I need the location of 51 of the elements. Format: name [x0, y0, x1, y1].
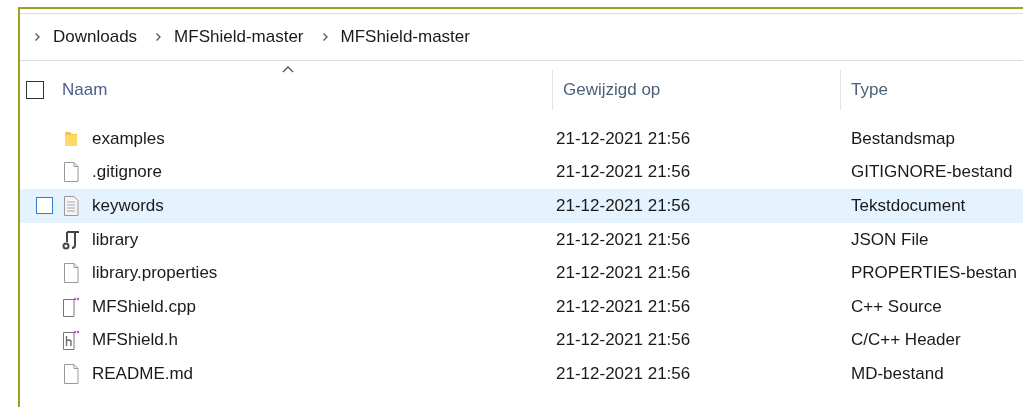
file-name[interactable]: MFShield.h — [92, 330, 178, 351]
file-row[interactable]: library 21-12-2021 21:56 JSON File — [20, 222, 1023, 257]
file-name[interactable]: keywords — [92, 196, 164, 216]
file-row[interactable]: library.properties 21-12-2021 21:56 PROPERTIES-bestan — [20, 256, 1023, 290]
modified-date: 21-12-2021 21:56 — [556, 296, 691, 316]
script-icon — [61, 229, 81, 250]
sort-caret-icon — [282, 66, 294, 73]
chevron-icon[interactable] — [155, 32, 163, 42]
file-row[interactable]: README.md 21-12-2021 21:56 MD-bestand — [20, 357, 1023, 391]
file-type: GITIGNORE-bestand — [851, 162, 1013, 182]
select-all-checkbox[interactable] — [26, 81, 44, 99]
file-type: PROPERTIES-bestan — [851, 263, 1017, 283]
breadcrumb-item[interactable]: MFShield-master — [340, 27, 470, 47]
file-type: C++ Source — [851, 296, 942, 316]
file-type: MD-bestand — [851, 363, 944, 383]
file-row[interactable]: MFShield.h 21-12-2021 21:56 C/C++ Header — [20, 323, 1023, 358]
file-name[interactable]: library.properties — [92, 263, 218, 284]
file-name[interactable]: examples — [92, 128, 165, 149]
file-row[interactable]: examples 21-12-2021 21:56 Bestandsmap — [20, 122, 1023, 156]
file-type: Tekstdocument — [851, 196, 966, 215]
column-header[interactable]: Naam — [62, 80, 108, 100]
file-name[interactable]: library — [92, 229, 139, 250]
breadcrumb-item[interactable]: Downloads — [53, 27, 138, 47]
modified-date: 21-12-2021 21:56 — [556, 162, 691, 182]
file-row[interactable]: keywords 21-12-2021 21:56 Tekstdocument — [20, 189, 1023, 223]
modified-date: 21-12-2021 21:56 — [556, 128, 691, 148]
file-type: JSON File — [851, 229, 929, 249]
file-name[interactable]: MFShield.cpp — [92, 296, 196, 317]
column-header[interactable]: Gewijzigd op — [563, 80, 661, 100]
modified-date: 21-12-2021 21:56 — [556, 229, 691, 249]
source-file-icon — [61, 296, 81, 317]
header-file-icon — [61, 330, 81, 351]
file-name[interactable]: README.md — [92, 363, 194, 384]
file-name[interactable]: .gitignore — [92, 162, 162, 183]
file-type: Bestandsmap — [851, 128, 955, 148]
file-row[interactable]: .gitignore 21-12-2021 21:56 GITIGNORE-bestand — [20, 155, 1023, 190]
modified-date: 21-12-2021 21:56 — [556, 196, 691, 215]
chevron-icon[interactable] — [34, 32, 41, 42]
breadcrumb-item[interactable]: MFShield-master — [174, 27, 304, 47]
file-type: C/C++ Header — [851, 330, 961, 350]
modified-date: 21-12-2021 21:56 — [556, 330, 691, 350]
document-icon — [61, 263, 81, 284]
modified-date: 21-12-2021 21:56 — [556, 363, 691, 383]
text-document-icon — [61, 196, 81, 216]
document-icon — [61, 162, 81, 183]
column-header[interactable]: Type — [851, 80, 888, 100]
chevron-icon[interactable] — [321, 32, 329, 42]
file-row[interactable]: MFShield.cpp 21-12-2021 21:56 C++ Source — [20, 289, 1023, 324]
modified-date: 21-12-2021 21:56 — [556, 263, 691, 283]
document-icon — [61, 363, 81, 384]
row-checkbox[interactable] — [36, 197, 53, 215]
